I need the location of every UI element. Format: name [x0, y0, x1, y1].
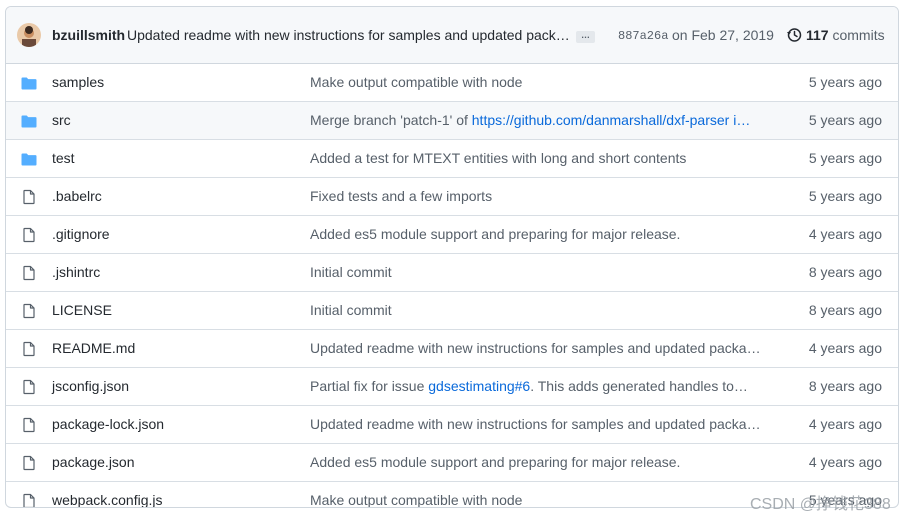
file-name-link[interactable]: .gitignore [52, 226, 110, 242]
expand-commit-button[interactable]: … [576, 31, 595, 43]
commit-sha[interactable]: 887a26a [618, 29, 668, 43]
file-name-link[interactable]: package.json [52, 454, 135, 470]
watermark: CSDN @挣钱花388 [750, 496, 891, 513]
file-row[interactable]: samples Make output compatible with node 5… [6, 64, 898, 102]
file-row[interactable]: .babelrc Fixed tests and a few imports 5 y… [6, 178, 898, 216]
commit-message-text: . This adds generated handles to… [530, 378, 748, 394]
commit-message-text: Merge branch 'patch-1' of [310, 112, 472, 128]
file-row[interactable]: test Added a test for MTEXT entities with… [6, 140, 898, 178]
file-row[interactable]: .gitignore Added es5 module support and p… [6, 216, 898, 254]
commit-message-link[interactable]: Initial commit [310, 264, 392, 280]
file-browser: bzuillsmith Updated readme with new inst… [5, 6, 899, 508]
commit-message-link[interactable]: Added a test for MTEXT entities with lon… [310, 150, 686, 166]
commit-age: 5 years ago [808, 188, 882, 204]
commit-date: on Feb 27, 2019 [672, 27, 774, 43]
file-name-link[interactable]: README.md [52, 340, 135, 356]
commit-count: 117 [806, 27, 829, 43]
file-name-link[interactable]: .babelrc [52, 188, 102, 204]
commit-age: 8 years ago [808, 264, 882, 280]
file-icon [21, 303, 37, 319]
file-icon [21, 493, 37, 507]
commit-message-link[interactable]: Partial fix for issue gdsestimating#6. T… [310, 378, 748, 394]
commit-age: 4 years ago [808, 226, 882, 242]
file-row[interactable]: .jshintrc Initial commit 8 years ago [6, 254, 898, 292]
file-row[interactable]: LICENSE Initial commit 8 years ago [6, 292, 898, 330]
author-avatar[interactable] [17, 23, 41, 47]
commit-age: 8 years ago [808, 378, 882, 394]
file-icon [21, 379, 37, 395]
file-name-link[interactable]: samples [52, 74, 104, 90]
commit-age: 4 years ago [808, 340, 882, 356]
latest-commit-bar: bzuillsmith Updated readme with new inst… [6, 7, 898, 64]
history-icon [787, 28, 802, 42]
file-icon [21, 417, 37, 433]
commit-message-text: Partial fix for issue [310, 378, 429, 394]
commit-message-link[interactable]: Updated readme with new instructions for… [310, 416, 766, 432]
file-name-link[interactable]: LICENSE [52, 302, 112, 318]
file-name-link[interactable]: package-lock.json [52, 416, 164, 432]
file-row[interactable]: package.json Added es5 module support and… [6, 444, 898, 482]
commit-message-link[interactable]: Added es5 module support and preparing f… [310, 226, 680, 242]
file-icon [21, 341, 37, 357]
commit-message-link[interactable]: Updated readme with new instructions for… [310, 340, 766, 356]
file-name-link[interactable]: jsconfig.json [52, 378, 129, 394]
file-name-link[interactable]: webpack.config.js [52, 492, 163, 507]
commit-age: 8 years ago [808, 302, 882, 318]
file-icon [21, 265, 37, 281]
folder-icon [21, 151, 37, 167]
commit-age: 5 years ago [808, 112, 882, 128]
commit-message-link[interactable]: Make output compatible with node [310, 74, 522, 90]
file-icon [21, 227, 37, 243]
file-list: samples Make output compatible with node 5… [6, 64, 898, 507]
file-row[interactable]: jsconfig.json Partial fix for issue gdses… [6, 368, 898, 406]
commit-age: 4 years ago [808, 416, 882, 432]
file-row[interactable]: README.md Updated readme with new instruc… [6, 330, 898, 368]
commit-message-link[interactable]: Added es5 module support and preparing f… [310, 454, 680, 470]
file-row[interactable]: package-lock.json Updated readme with new… [6, 406, 898, 444]
commit-message-link[interactable]: Fixed tests and a few imports [310, 188, 492, 204]
commits-label: commits [832, 27, 885, 43]
commit-message-link[interactable]: Initial commit [310, 302, 392, 318]
file-name-link[interactable]: .jshintrc [52, 264, 100, 280]
file-icon [21, 455, 37, 471]
file-name-link[interactable]: src [52, 112, 71, 128]
commits-link[interactable]: 117 commits [806, 27, 885, 43]
file-row[interactable]: src Merge branch 'patch-1' of https://git… [6, 102, 898, 140]
file-icon [21, 189, 37, 205]
commit-author[interactable]: bzuillsmith [52, 27, 125, 43]
commit-message-link[interactable]: Merge branch 'patch-1' of https://github… [310, 112, 750, 128]
folder-icon [21, 75, 37, 91]
commit-message-url[interactable]: gdsestimating#6 [428, 378, 530, 394]
commit-age: 5 years ago [808, 150, 882, 166]
commit-age: 5 years ago [808, 74, 882, 90]
commit-age: 4 years ago [808, 454, 882, 470]
commit-message-url[interactable]: https://github.com/danmarshall/dxf-parse… [472, 112, 751, 128]
folder-icon [21, 113, 37, 129]
commit-message[interactable]: Updated readme with new instructions for… [127, 27, 570, 43]
commit-message-link[interactable]: Make output compatible with node [310, 492, 522, 507]
file-name-link[interactable]: test [52, 150, 75, 166]
